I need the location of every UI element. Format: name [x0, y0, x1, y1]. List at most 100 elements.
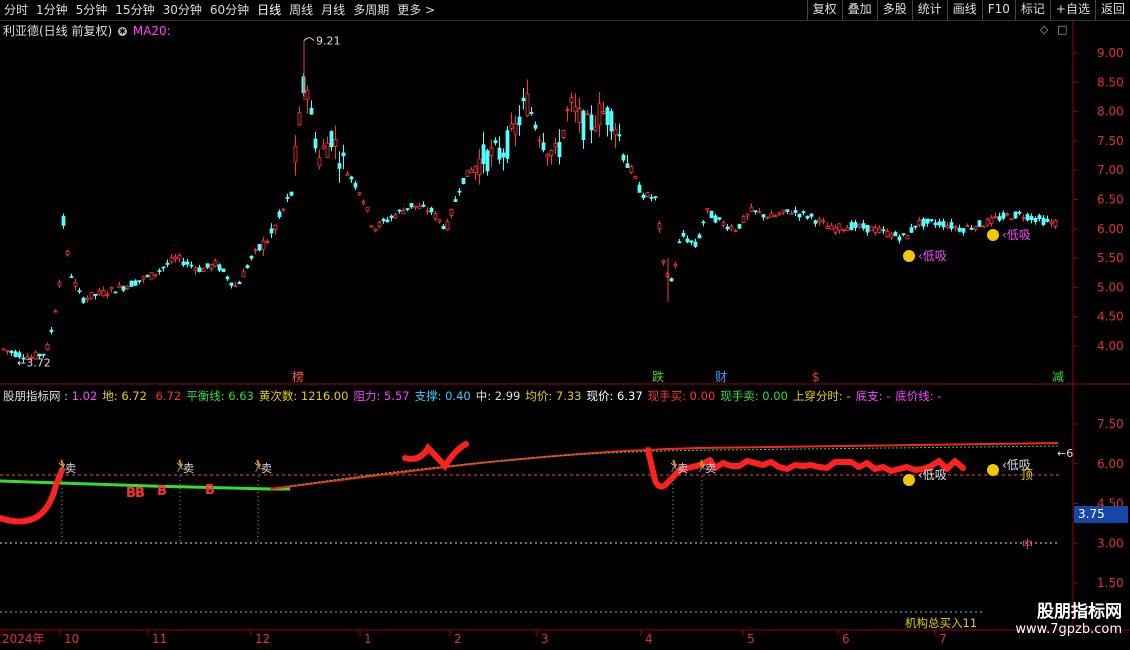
candle-body [677, 241, 682, 244]
indicator-value-7: 中: 2.99 [475, 389, 521, 403]
candle-body [125, 285, 130, 290]
x-axis: 2024年 10 11 12 1 2 3 4 5 6 7 [1, 630, 947, 646]
candle-body [645, 192, 650, 197]
candle-body [597, 103, 602, 126]
smiley-icon [903, 474, 915, 486]
candle-body [777, 213, 782, 216]
candle-body [933, 222, 938, 226]
candle-body [97, 290, 102, 295]
candle-body [557, 142, 562, 158]
signal-label: ‹低吸 [1002, 228, 1031, 242]
candle-body [453, 199, 458, 202]
chart-area[interactable]: 9.00 8.50 8.00 7.50 7.00 6.50 6.00 5.50 5.00 4.50… [0, 0, 1130, 650]
candle-body [309, 107, 314, 115]
candle-body [249, 255, 254, 259]
candle-body [561, 130, 566, 138]
watermark-url: www.7gpzb.com [1015, 622, 1122, 637]
candle-body [105, 293, 110, 296]
candle-body [681, 232, 686, 237]
mid-label: 中 [1022, 538, 1033, 551]
x-label: 5 [747, 632, 755, 646]
candle-body [1, 348, 6, 351]
candle-body [805, 215, 810, 219]
candle-body [73, 281, 78, 287]
main-y-label: 7.00 [1097, 163, 1124, 177]
event-marker[interactable]: 跌 [652, 369, 664, 384]
candle-body [901, 233, 906, 236]
candle-body [205, 263, 210, 268]
main-y-label: 6.50 [1097, 193, 1124, 207]
candle-body [661, 260, 666, 263]
candle-body [377, 221, 382, 227]
candle-body [657, 223, 662, 230]
event-marker[interactable]: 财 [715, 370, 727, 384]
main-y-label: 4.50 [1097, 310, 1124, 324]
candle-body [953, 226, 958, 229]
candle-body [341, 152, 346, 157]
candle-body [977, 220, 982, 227]
indicator-lines [0, 441, 1060, 613]
candle-body [145, 275, 150, 277]
square-icon[interactable]: □ [1057, 23, 1067, 36]
candle-body [457, 190, 462, 193]
candle-body [773, 215, 778, 217]
event-marker[interactable]: 榜 [292, 369, 304, 384]
candle-body [1033, 217, 1038, 222]
candle-body [345, 172, 350, 177]
x-label: 6 [842, 632, 850, 646]
candle-body [137, 280, 142, 282]
candle-body [545, 153, 550, 158]
candle-body [5, 350, 10, 353]
candle-body [569, 97, 574, 103]
candle-body [873, 227, 878, 234]
candle-body [809, 213, 814, 217]
candle-body [1021, 216, 1026, 219]
candle-body [973, 226, 978, 230]
candle-body [389, 215, 394, 219]
candle-body [149, 272, 154, 280]
ind-y-label: 3.00 [1097, 536, 1124, 550]
candle-body [1037, 215, 1042, 219]
candle-body [765, 216, 770, 219]
candle-body [9, 350, 14, 353]
candle-body [121, 286, 126, 291]
candle-body [157, 270, 162, 272]
main-y-label: 5.00 [1097, 280, 1124, 294]
sell-label: 卖 [261, 462, 272, 475]
candle-body [133, 280, 138, 286]
candle-body [481, 144, 486, 165]
ind-y-label: 6.00 [1097, 457, 1124, 471]
candle-body [785, 209, 790, 212]
candle-body [769, 213, 774, 218]
candle-body [129, 280, 134, 287]
event-marker[interactable]: 减 [1052, 370, 1064, 384]
x-label: 12 [255, 632, 270, 646]
candle-body [793, 210, 798, 213]
candle-body [961, 228, 966, 233]
indicator-value-8: 均价: 7.33 [525, 389, 582, 403]
candle-body [905, 234, 910, 240]
event-marker[interactable]: $ [812, 370, 820, 384]
candle-body [381, 218, 386, 222]
candle-body [1053, 220, 1058, 227]
candle-body [393, 214, 398, 219]
diamond-icon[interactable]: ◇ [1040, 23, 1049, 36]
candle-body [673, 264, 678, 267]
candle-body [685, 238, 690, 243]
candle-body [1017, 211, 1022, 214]
candle-body [965, 225, 970, 228]
candle-body [609, 111, 614, 132]
candle-body [617, 134, 622, 137]
candle-body [581, 110, 586, 140]
candle-body [441, 225, 446, 230]
candle-body [101, 289, 106, 297]
ind-y-label: 7.50 [1097, 417, 1124, 431]
candle-body [781, 209, 786, 213]
candle-body [437, 219, 442, 223]
candle-body [421, 204, 426, 207]
candle-body [985, 219, 990, 226]
candle-body [221, 268, 226, 273]
candle-body [889, 233, 894, 238]
candle-body [669, 278, 674, 282]
candle-body [325, 142, 330, 158]
